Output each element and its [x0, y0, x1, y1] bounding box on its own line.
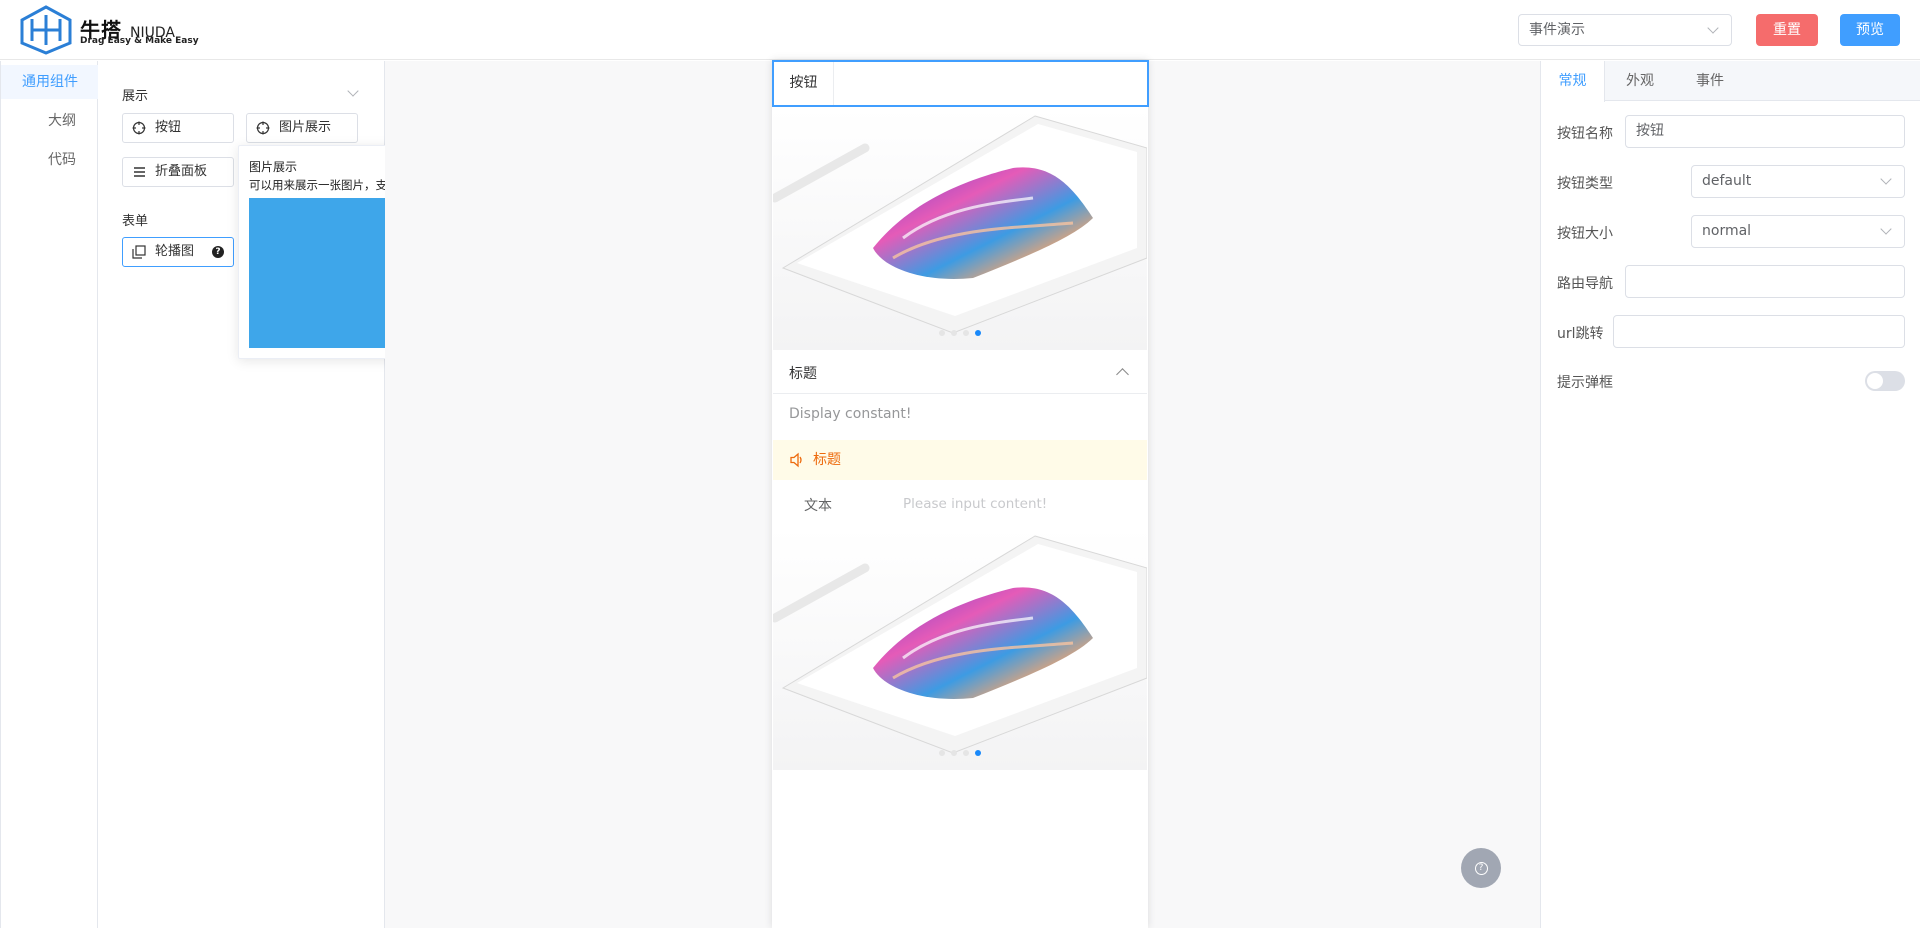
tab-general[interactable]: 常规 — [1541, 61, 1605, 102]
app-header: 牛搭 NIUDA Drag Easy & Make Easy 事件演示 重置 预览 — [0, 0, 1920, 60]
image-display-2[interactable] — [773, 528, 1147, 770]
image-dot[interactable] — [963, 330, 969, 336]
image-indicators — [939, 330, 981, 336]
collapse-panel-content: Display constant! — [773, 395, 1147, 438]
image-display-1[interactable] — [773, 108, 1147, 350]
image-dot[interactable] — [963, 750, 969, 756]
route-nav-label: 路由导航 — [1557, 276, 1613, 292]
tab-common-components[interactable]: 通用组件 — [1, 65, 98, 99]
tab-code[interactable]: 代码 — [48, 143, 76, 177]
image-dot[interactable] — [975, 750, 981, 756]
button-name-input[interactable]: 按钮 — [1625, 115, 1905, 148]
copy-icon — [132, 245, 146, 259]
url-jump-label: url跳转 — [1557, 326, 1604, 342]
crosshair-icon — [132, 121, 146, 135]
preview-button-component[interactable]: 按钮 — [774, 62, 834, 105]
demo-select[interactable]: 事件演示 — [1518, 14, 1732, 46]
tablet-image — [773, 115, 1147, 334]
button-type-select[interactable]: default — [1691, 165, 1905, 198]
tab-events[interactable]: 事件 — [1675, 61, 1745, 101]
image-dot[interactable] — [951, 750, 957, 756]
prompt-dialog-switch[interactable] — [1865, 371, 1905, 391]
preview-button[interactable]: 预览 — [1840, 14, 1900, 46]
properties-panel: 常规 外观 事件 按钮名称 按钮 按钮类型 default 按钮大小 norma… — [1540, 61, 1920, 928]
text-field-input[interactable]: Please input content! — [903, 496, 1047, 512]
chevron-up-icon — [1116, 368, 1129, 381]
list-icon — [134, 167, 145, 177]
button-size-value: normal — [1702, 223, 1752, 239]
component-button-label: 按钮 — [155, 120, 182, 135]
button-size-select[interactable]: normal — [1691, 215, 1905, 248]
demo-select-value: 事件演示 — [1529, 22, 1585, 38]
collapse-panel-header[interactable]: 标题 — [773, 352, 1147, 394]
help-icon[interactable]: ? — [212, 246, 224, 258]
tablet-image — [773, 535, 1147, 754]
notice-bar[interactable]: 标题 — [773, 440, 1147, 480]
question-icon: ? — [1474, 862, 1488, 875]
image-indicators — [939, 750, 981, 756]
section-form-title: 表单 — [122, 214, 149, 229]
left-tab-bar: 通用组件 大纲 代码 — [0, 61, 98, 928]
button-type-value: default — [1702, 173, 1752, 189]
tab-outline[interactable]: 大纲 — [48, 104, 76, 138]
image-dot[interactable] — [975, 330, 981, 336]
button-size-label: 按钮大小 — [1557, 226, 1613, 242]
prompt-dialog-label: 提示弹框 — [1557, 375, 1613, 391]
niuda-logo-icon — [20, 5, 72, 55]
selected-button-component[interactable]: 按钮 — [772, 60, 1149, 107]
component-carousel[interactable]: 轮播图 ? — [122, 237, 234, 267]
component-carousel-label: 轮播图 — [155, 244, 195, 259]
reset-button[interactable]: 重置 — [1756, 14, 1818, 46]
image-dot[interactable] — [939, 750, 945, 756]
button-type-label: 按钮类型 — [1557, 176, 1613, 192]
component-collapse[interactable]: 折叠面板 — [122, 157, 234, 187]
tooltip-title: 图片展示 — [249, 160, 298, 174]
brand-subtitle: Drag Easy & Make Easy — [80, 36, 199, 46]
chevron-down-icon — [1880, 223, 1892, 235]
collapse-title: 标题 — [789, 366, 817, 382]
properties-tabs: 常规 外观 事件 — [1541, 61, 1920, 102]
chevron-down-icon[interactable] — [347, 85, 359, 97]
url-jump-input[interactable] — [1613, 315, 1905, 348]
volume-icon — [790, 452, 802, 468]
crosshair-icon — [256, 121, 270, 135]
help-button[interactable]: ? — [1461, 848, 1501, 888]
component-image-label: 图片展示 — [279, 120, 332, 135]
component-collapse-label: 折叠面板 — [155, 164, 208, 179]
section-display-title: 展示 — [122, 89, 149, 104]
button-name-value: 按钮 — [1636, 123, 1664, 139]
notice-text: 标题 — [813, 452, 841, 468]
component-button[interactable]: 按钮 — [122, 113, 234, 143]
button-name-label: 按钮名称 — [1557, 126, 1613, 142]
component-image[interactable]: 图片展示 — [246, 113, 358, 143]
image-dot[interactable] — [939, 330, 945, 336]
text-field[interactable]: 文本 Please input content! — [788, 484, 1132, 524]
tab-appearance[interactable]: 外观 — [1605, 61, 1675, 101]
text-field-label: 文本 — [804, 498, 832, 514]
route-nav-input[interactable] — [1625, 265, 1905, 298]
brand: 牛搭 NIUDA Drag Easy & Make Easy — [80, 14, 199, 46]
image-dot[interactable] — [951, 330, 957, 336]
chevron-down-icon — [1880, 173, 1892, 185]
chevron-down-icon — [1707, 22, 1719, 34]
